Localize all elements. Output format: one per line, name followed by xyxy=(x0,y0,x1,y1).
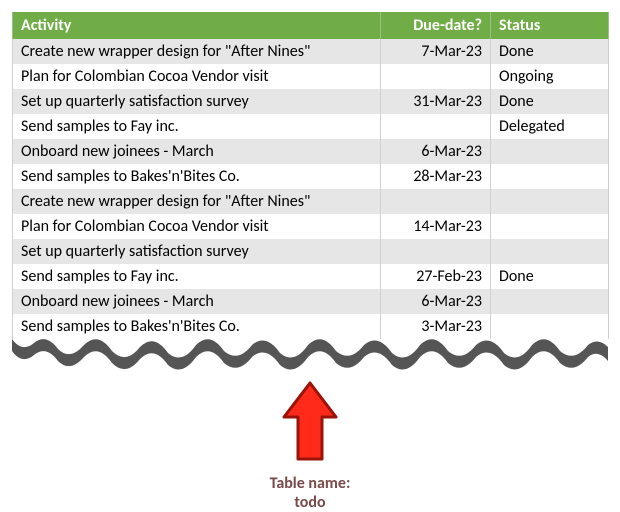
table-row[interactable]: Send samples to Bakes'n'Bites Co.28-Mar-… xyxy=(13,164,609,189)
due-cell[interactable]: 31-Mar-23 xyxy=(381,89,491,114)
status-cell[interactable] xyxy=(491,164,609,189)
table-row[interactable]: Set up quarterly satisfaction survey31-M… xyxy=(13,89,609,114)
due-cell[interactable]: 27-Feb-23 xyxy=(381,264,491,289)
torn-edge-decoration xyxy=(12,339,608,387)
status-cell[interactable] xyxy=(491,214,609,239)
caption-line2: todo xyxy=(0,493,620,512)
table-row[interactable]: Send samples to Fay inc. Delegated xyxy=(13,114,609,139)
table-row[interactable]: Onboard new joinees - March6-Mar-23 xyxy=(13,139,609,164)
table-row[interactable]: Plan for Colombian Cocoa Vendor visit14-… xyxy=(13,214,609,239)
activity-cell[interactable]: Send samples to Fay inc. xyxy=(13,114,381,139)
table-row[interactable]: Send samples to Fay inc.27-Feb-23Done xyxy=(13,264,609,289)
due-cell[interactable] xyxy=(381,64,491,89)
table-row[interactable]: Create new wrapper design for "After Nin… xyxy=(13,39,609,64)
activity-cell[interactable]: Set up quarterly satisfaction survey xyxy=(13,239,381,264)
todo-table[interactable]: Activity Due-date? Status Create new wra… xyxy=(12,12,609,339)
status-cell[interactable]: Ongoing xyxy=(491,64,609,89)
activity-cell[interactable]: Create new wrapper design for "After Nin… xyxy=(13,189,381,214)
activity-cell[interactable]: Plan for Colombian Cocoa Vendor visit xyxy=(13,64,381,89)
due-cell[interactable] xyxy=(381,189,491,214)
activity-cell[interactable]: Create new wrapper design for "After Nin… xyxy=(13,39,381,64)
activity-cell[interactable]: Send samples to Fay inc. xyxy=(13,264,381,289)
status-cell[interactable] xyxy=(491,239,609,264)
header-row: Activity Due-date? Status xyxy=(13,12,609,39)
caption: Table name: todo xyxy=(0,474,620,512)
due-cell[interactable]: 6-Mar-23 xyxy=(381,289,491,314)
table-row[interactable]: Set up quarterly satisfaction survey xyxy=(13,239,609,264)
due-cell[interactable]: 14-Mar-23 xyxy=(381,214,491,239)
due-cell[interactable] xyxy=(381,239,491,264)
activity-cell[interactable]: Onboard new joinees - March xyxy=(13,139,381,164)
status-cell[interactable]: Delegated xyxy=(491,114,609,139)
status-cell[interactable] xyxy=(491,289,609,314)
caption-line1: Table name: xyxy=(0,474,620,493)
due-cell[interactable]: 7-Mar-23 xyxy=(381,39,491,64)
status-cell[interactable]: Done xyxy=(491,89,609,114)
table-row[interactable]: Onboard new joinees - March6-Mar-23 xyxy=(13,289,609,314)
due-cell[interactable]: 28-Mar-23 xyxy=(381,164,491,189)
table-row[interactable]: Plan for Colombian Cocoa Vendor visit Ong… xyxy=(13,64,609,89)
due-cell[interactable]: 6-Mar-23 xyxy=(381,139,491,164)
status-cell[interactable]: Done xyxy=(491,39,609,64)
activity-cell[interactable]: Onboard new joinees - March xyxy=(13,289,381,314)
due-cell[interactable] xyxy=(381,114,491,139)
status-cell[interactable] xyxy=(491,139,609,164)
activity-cell[interactable]: Send samples to Bakes'n'Bites Co. xyxy=(13,164,381,189)
status-cell[interactable]: Done xyxy=(491,264,609,289)
activity-cell[interactable]: Set up quarterly satisfaction survey xyxy=(13,89,381,114)
table-row[interactable]: Create new wrapper design for "After Nin… xyxy=(13,189,609,214)
arrow-up-icon xyxy=(280,381,340,463)
activity-cell[interactable]: Plan for Colombian Cocoa Vendor visit xyxy=(13,214,381,239)
col-header-activity[interactable]: Activity xyxy=(13,12,381,39)
col-header-due[interactable]: Due-date? xyxy=(381,12,491,39)
status-cell[interactable] xyxy=(491,189,609,214)
col-header-status[interactable]: Status xyxy=(491,12,609,39)
